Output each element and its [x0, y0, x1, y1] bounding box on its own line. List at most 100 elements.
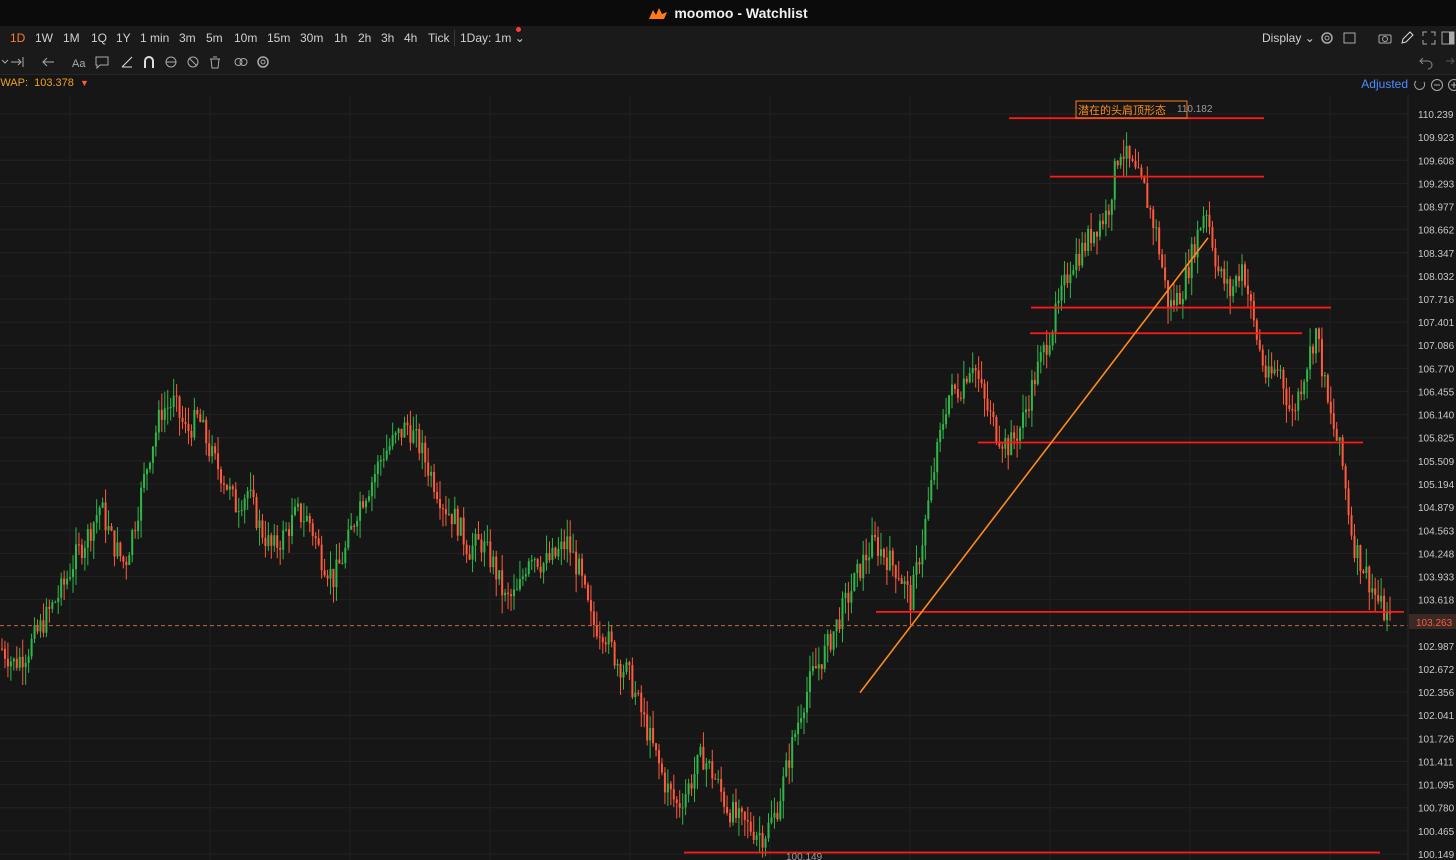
candle-body [172, 395, 175, 408]
candle-body [589, 600, 592, 612]
panel-toggle-icon[interactable] [1440, 30, 1456, 46]
candle-body [163, 408, 166, 420]
candle-body [456, 508, 459, 536]
tf-3h[interactable]: 3h [381, 29, 394, 47]
undo-icon[interactable] [1418, 54, 1434, 70]
candle-body [234, 489, 237, 513]
period-select[interactable]: 1Day: 1m ⌄ [460, 29, 525, 47]
tf-4h[interactable]: 4h [404, 29, 417, 47]
display-menu[interactable]: Display ⌄ [1262, 29, 1315, 47]
candle-body [66, 578, 69, 585]
candle-body [12, 658, 15, 662]
candle-body [101, 502, 104, 508]
candle-body [397, 428, 400, 434]
candle-body [15, 658, 18, 668]
tf-1y[interactable]: 1Y [116, 29, 131, 47]
trend-line[interactable] [859, 237, 1209, 694]
tf-1d[interactable]: 1D [10, 29, 25, 47]
tf-1min[interactable]: 1 min [140, 29, 169, 47]
candle-body [1288, 405, 1291, 409]
candle-body [548, 553, 551, 560]
fullscreen-icon[interactable] [1421, 30, 1437, 46]
tf-10m[interactable]: 10m [234, 29, 257, 47]
candle-body [222, 483, 225, 485]
zoom-out-icon[interactable] [1429, 77, 1445, 93]
candle-body [684, 794, 687, 808]
candle-body [968, 373, 971, 383]
price-tick: 109.608 [1418, 156, 1455, 167]
candle-body [107, 526, 110, 531]
candle-body [1332, 413, 1335, 430]
candle-body [841, 598, 844, 630]
gear-icon[interactable] [1319, 30, 1335, 46]
candle-body [619, 663, 622, 678]
camera-icon[interactable] [1377, 30, 1393, 46]
comment-icon[interactable] [94, 54, 110, 70]
reset-icon[interactable] [1412, 77, 1428, 93]
tf-15m[interactable]: 15m [267, 29, 290, 47]
hide-icon[interactable] [185, 54, 201, 70]
tf-3m[interactable]: 3m [179, 29, 196, 47]
price-chart[interactable]: 110.239 109.923 109.608 109.293 108.977 108.6… [0, 95, 1456, 860]
candle-body [1128, 145, 1131, 159]
candle-body [196, 409, 199, 415]
magnet-icon[interactable] [141, 54, 157, 70]
candle-body [631, 665, 634, 698]
tf-1h[interactable]: 1h [334, 29, 347, 47]
text-tool-icon[interactable]: Aa [72, 54, 88, 70]
candle-body [1356, 545, 1359, 559]
pattern-annotation[interactable]: 潜在的头肩顶形态 [1075, 100, 1188, 119]
settings-icon[interactable] [255, 54, 271, 70]
candle-body [1101, 220, 1104, 225]
current-price-tag: 103.263 [1409, 614, 1456, 629]
tf-30m[interactable]: 30m [300, 29, 323, 47]
vwap-indicator[interactable]: VWAP: 103.378 ▼ [0, 77, 89, 89]
candle-body [1107, 210, 1110, 215]
candle-body [1359, 545, 1362, 571]
zoom-in-icon[interactable] [1446, 77, 1456, 93]
tf-5m[interactable]: 5m [206, 29, 223, 47]
price-tick: 104.563 [1418, 526, 1455, 537]
tf-1w[interactable]: 1W [35, 29, 53, 47]
trash-icon[interactable] [207, 54, 223, 70]
candle-body [586, 584, 589, 601]
redo-icon[interactable] [1440, 54, 1456, 70]
eye-icon[interactable] [163, 54, 179, 70]
candle-body [956, 389, 959, 398]
candle-body [702, 746, 705, 770]
candle-body [622, 672, 625, 678]
range-icon[interactable] [10, 54, 26, 70]
tf-2h[interactable]: 2h [358, 29, 371, 47]
candle-body [1323, 375, 1326, 377]
line-tool-icon[interactable] [119, 54, 135, 70]
price-tick: 104.879 [1418, 503, 1455, 514]
candle-body [720, 779, 723, 792]
tf-tick[interactable]: Tick [428, 29, 450, 47]
pencil-icon[interactable] [1399, 30, 1415, 46]
tf-1q[interactable]: 1Q [91, 29, 107, 47]
candle-body [489, 541, 492, 568]
candle-body [471, 545, 474, 560]
vwap-value: 103.378 [34, 77, 74, 89]
candle-body [314, 536, 317, 539]
back-arrow-icon[interactable] [40, 54, 56, 70]
candle-body [376, 461, 379, 475]
link-icon[interactable] [233, 54, 249, 70]
candle-body [122, 556, 125, 562]
candle-body [21, 656, 24, 668]
tf-1m[interactable]: 1M [63, 29, 80, 47]
candle-body [805, 691, 808, 713]
candle-body [131, 530, 134, 556]
candle-body [391, 435, 394, 447]
layout-icon[interactable] [1342, 30, 1358, 46]
candle-body [140, 487, 143, 521]
price-tick: 100.465 [1418, 827, 1455, 838]
candle-body [959, 397, 962, 399]
timeframe-toolbar: 1D 1W 1M 1Q 1Y 1 min 3m 5m 10m 15m 30m 1… [0, 26, 1456, 50]
candle-body [1374, 588, 1377, 596]
candle-body [1365, 566, 1368, 573]
candle-body [110, 526, 113, 531]
candle-body [279, 547, 282, 550]
candle-body [616, 663, 619, 666]
adjusted-toggle[interactable]: Adjusted [1361, 77, 1408, 91]
